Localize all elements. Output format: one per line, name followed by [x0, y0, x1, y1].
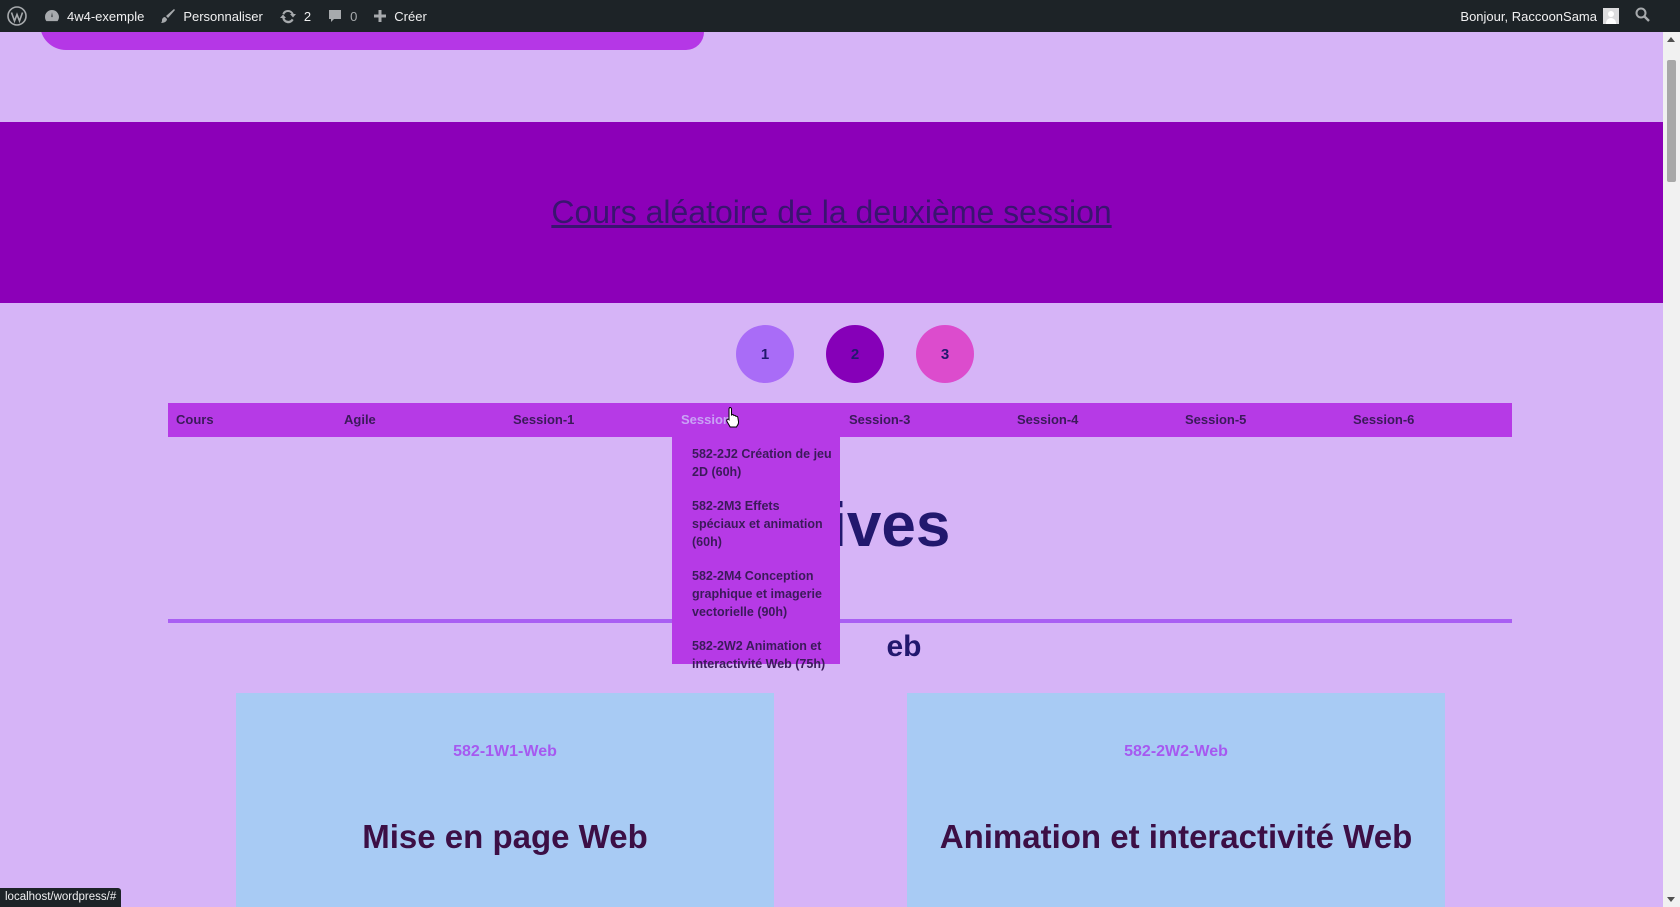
submenu-item-582-2j2[interactable]: 582-2J2 Création de jeu 2D (60h) — [692, 445, 832, 481]
course-card[interactable]: 582-2W2-Web Animation et interactivité W… — [907, 693, 1445, 907]
submenu-item-582-2m4[interactable]: 582-2M4 Conception graphique et imagerie… — [692, 567, 832, 621]
admin-bar: 4w4-exemple Personnaliser 2 0 Créer Bonj… — [0, 0, 1680, 32]
archive-title: ives — [168, 490, 1512, 561]
scroll-thumb[interactable] — [1667, 60, 1676, 182]
new-content-link[interactable]: Créer — [365, 0, 435, 32]
random-course-link[interactable]: Cours aléatoire de la deuxième session — [551, 194, 1111, 231]
comment-bubble-icon — [329, 10, 342, 22]
status-bar-url: localhost/wordpress/# — [0, 888, 122, 907]
course-title[interactable]: Animation et interactivité Web — [907, 818, 1445, 856]
section-title-text: eb — [886, 630, 922, 663]
wordpress-logo-icon[interactable] — [0, 0, 36, 32]
scroll-down-arrow-icon[interactable] — [1667, 897, 1675, 902]
submenu-item-582-2w2[interactable]: 582-2W2 Animation et interactivité Web (… — [692, 637, 832, 673]
dashboard-icon — [45, 10, 59, 22]
section-title: eb — [168, 630, 1512, 664]
customize-link[interactable]: Personnaliser — [152, 0, 271, 32]
site-name: 4w4-exemple — [67, 8, 145, 24]
updates-link[interactable]: 2 — [271, 0, 319, 32]
section-divider — [168, 619, 1512, 623]
session-2-dropdown: 582-2J2 Création de jeu 2D (60h) 582-2M3… — [672, 437, 840, 671]
page-button-1[interactable]: 1 — [736, 325, 794, 383]
menu-item-session-2[interactable]: Session — [681, 403, 731, 437]
menu-item-session-6[interactable]: Session-6 — [1353, 403, 1414, 437]
menu-item-session-3[interactable]: Session-3 — [849, 403, 910, 437]
new-content-label: Créer — [394, 8, 427, 24]
updates-count: 2 — [303, 8, 312, 24]
comments-link[interactable]: 0 — [319, 0, 365, 32]
course-title[interactable]: Mise en page Web — [236, 818, 774, 856]
plus-icon — [374, 10, 387, 22]
search-icon[interactable] — [1635, 7, 1650, 25]
avatar[interactable] — [1603, 8, 1619, 24]
menu-item-session-5[interactable]: Session-5 — [1185, 403, 1246, 437]
site-name-link[interactable]: 4w4-exemple — [36, 0, 152, 32]
brush-icon — [161, 9, 176, 23]
random-course-banner: Cours aléatoire de la deuxième session — [0, 122, 1663, 303]
customize-label: Personnaliser — [183, 8, 263, 24]
comments-count: 0 — [350, 8, 358, 24]
course-card[interactable]: 582-1W1-Web Mise en page Web — [236, 693, 774, 907]
account-greeting[interactable]: Bonjour, RaccoonSama — [1460, 0, 1597, 32]
hand-pointer-cursor-icon — [726, 406, 740, 428]
page-button-2[interactable]: 2 — [826, 325, 884, 383]
updates-icon — [279, 9, 296, 24]
menu-item-session-4[interactable]: Session-4 — [1017, 403, 1078, 437]
scroll-up-arrow-icon[interactable] — [1667, 37, 1675, 42]
page-scrollbar[interactable] — [1663, 32, 1680, 907]
course-code: 582-2W2-Web — [1124, 743, 1228, 760]
menu-item-cours[interactable]: Cours — [176, 403, 214, 437]
course-code: 582-1W1-Web — [453, 743, 557, 760]
submenu-item-582-2m3[interactable]: 582-2M3 Effets spéciaux et animation (60… — [692, 497, 832, 551]
archive-title-text: ives — [829, 491, 951, 560]
menu-item-agile[interactable]: Agile — [344, 403, 376, 437]
page-button-3[interactable]: 3 — [916, 325, 974, 383]
main-menu: Cours Agile Session-1 Session Session-3 … — [168, 403, 1512, 437]
menu-item-session-1[interactable]: Session-1 — [513, 403, 574, 437]
